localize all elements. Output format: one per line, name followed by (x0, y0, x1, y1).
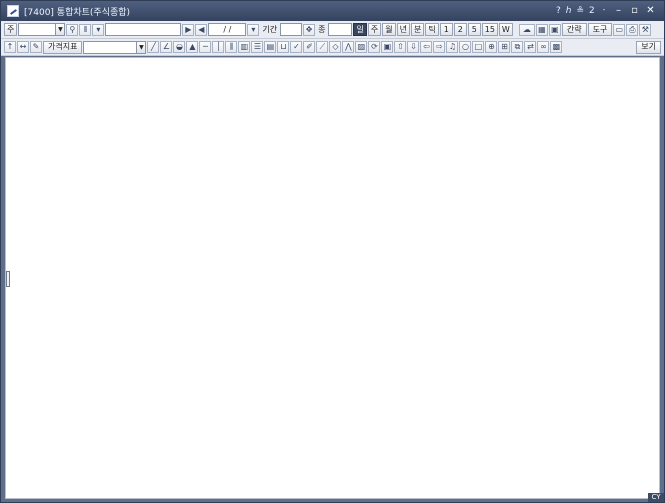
note-icon[interactable]: ✎ (30, 41, 42, 53)
menu-dot-icon[interactable]: ㆍ (600, 6, 608, 16)
vertical-line-icon[interactable]: │ (212, 41, 225, 53)
channel-icon[interactable]: ▤ (264, 41, 277, 53)
view-button[interactable]: 보기 (636, 40, 661, 54)
fan-icon[interactable]: ⋀ (342, 41, 355, 53)
chart-app-icon (7, 5, 19, 17)
window-title: [7400] 통합차트(주식종합) (24, 7, 131, 18)
maximize-button[interactable]: ▫ (629, 6, 640, 17)
cycle-icon[interactable]: ⟳ (368, 41, 381, 53)
circle-icon[interactable]: ○ (459, 41, 472, 53)
zoom-chart-icon[interactable]: ⊞ (498, 41, 511, 53)
period-label: 기간 (262, 25, 278, 34)
status-corner-badge: CY (648, 493, 664, 502)
panel-splitter-handle[interactable] (6, 271, 10, 287)
search-icon[interactable]: ⚲ (66, 23, 79, 36)
fill-icon[interactable]: ◒ (173, 41, 186, 53)
check-line-icon[interactable]: ✓ (290, 41, 303, 53)
stock-name-field (105, 23, 182, 36)
move-icon[interactable]: ✥ (303, 23, 316, 36)
interval-15-button[interactable]: 15 (481, 23, 498, 36)
eraser-icon[interactable]: ◇ (329, 41, 342, 53)
horizontal-lines-icon[interactable]: ☰ (251, 41, 264, 53)
link-chart-icon[interactable]: ∞ (537, 41, 550, 53)
unit-minute-button[interactable]: 분 (410, 23, 425, 36)
print-icon[interactable]: ⎙ (626, 23, 639, 36)
back-icon[interactable]: ◀ (195, 23, 208, 36)
price-indicator-button[interactable]: 가격지표 (43, 40, 83, 54)
market-type-button[interactable]: 주 (4, 23, 18, 36)
arrow-down-icon[interactable]: ⇩ (407, 41, 420, 53)
drawing-toolbar: ↑ ↔ ✎ 가격지표 ▼ ╱ ∠ ◒ ▲ ─ │ ⫼ ▥ ☰ ▤ ⊔ ✓ ✐ ⟋… (1, 39, 664, 56)
app-window: [7400] 통합차트(주식종합) ? ℎ ≗ 2 ㆍ – ▫ ✕ 주 ▼ ⚲ … (0, 0, 665, 503)
bracket-icon[interactable]: ⊔ (277, 41, 290, 53)
up-arrow-icon[interactable]: ↑ (4, 41, 16, 53)
interval-1-button[interactable]: 1 (439, 23, 453, 36)
horizontal-line-icon[interactable]: ─ (199, 41, 212, 53)
trend-line-icon[interactable]: ╱ (147, 41, 160, 53)
chart-type-icon[interactable]: ⫴ (79, 23, 92, 36)
main-toolbar: 주 ▼ ⚲ ⫴ ▾ ▶ ◀ / / ▾ 기간 ✥ 종 일 주 월 년 분 틱 1… (1, 21, 664, 39)
unit-day-button[interactable]: 일 (353, 23, 367, 36)
chart-box-icon[interactable]: ▣ (381, 41, 394, 53)
wrench-icon[interactable]: ⚒ (639, 23, 652, 36)
screen-number-icon[interactable]: 2 (589, 6, 595, 16)
horizontal-arrows-icon[interactable]: ↔ (17, 41, 29, 53)
music-note-icon[interactable]: ♫ (446, 41, 459, 53)
arrow-up-icon[interactable]: ⇧ (394, 41, 407, 53)
user-icon[interactable]: ≗ (576, 6, 584, 16)
minimize-button[interactable]: – (613, 6, 624, 17)
square-icon[interactable]: □ (472, 41, 485, 53)
tools-button[interactable]: 도구 (587, 23, 613, 36)
chevron-down-icon[interactable]: ▾ (92, 23, 105, 36)
layout-icon[interactable]: ▣ (548, 23, 561, 36)
period-input[interactable] (280, 23, 303, 36)
unit-year-button[interactable]: 년 (396, 23, 410, 36)
title-bar: [7400] 통합차트(주식종합) ? ℎ ≗ 2 ㆍ – ▫ ✕ (1, 1, 664, 21)
link-icon[interactable]: ℎ (566, 6, 572, 16)
calendar-dropdown-icon[interactable]: ▾ (247, 23, 260, 36)
close-button[interactable]: ✕ (645, 6, 656, 17)
brush-icon[interactable]: ⟋ (316, 41, 329, 53)
chart-canvas[interactable] (5, 57, 660, 499)
stock-code-input[interactable] (18, 23, 57, 36)
custom-interval-button[interactable]: W (498, 23, 513, 36)
play-icon[interactable]: ▶ (182, 23, 195, 36)
title-bar-tools: ? ℎ ≗ 2 ㆍ – ▫ ✕ (556, 6, 664, 17)
bars-icon[interactable]: ▥ (238, 41, 251, 53)
vertical-lines-icon[interactable]: ⫼ (225, 41, 238, 53)
help-icon[interactable]: ? (556, 6, 561, 16)
stock-code-combo[interactable]: ▼ (18, 23, 66, 36)
cloud-icon[interactable]: ☁ (518, 23, 535, 36)
indicator-combo[interactable]: ▼ (83, 40, 147, 54)
fund-label: 종 (318, 25, 326, 34)
date-input[interactable]: / / (208, 23, 247, 36)
window-icon[interactable]: ▭ (613, 23, 626, 36)
count-input[interactable] (328, 23, 353, 36)
zoom-icon[interactable]: ⊕ (485, 41, 498, 53)
interval-5-button[interactable]: 5 (467, 23, 481, 36)
chevron-down-icon[interactable]: ▼ (137, 40, 147, 54)
angle-line-icon[interactable]: ∠ (160, 41, 173, 53)
triangle-icon[interactable]: ▲ (186, 41, 199, 53)
image-icon[interactable]: ▩ (550, 41, 563, 53)
unit-tick-button[interactable]: 틱 (425, 23, 439, 36)
compare-icon[interactable]: ⇄ (524, 41, 537, 53)
pencil-icon[interactable]: ✐ (303, 41, 316, 53)
unit-week-button[interactable]: 주 (367, 23, 382, 36)
grid-icon[interactable]: ▦ (535, 23, 548, 36)
fibonacci-icon[interactable]: ▨ (355, 41, 368, 53)
interval-2-button[interactable]: 2 (453, 23, 467, 36)
chevron-down-icon[interactable]: ▼ (56, 23, 66, 36)
multi-chart-icon[interactable]: ⧉ (511, 41, 524, 53)
simple-button[interactable]: 간략 (561, 23, 587, 36)
arrow-right-icon[interactable]: ⇨ (433, 41, 446, 53)
indicator-select[interactable] (83, 40, 138, 54)
unit-month-button[interactable]: 월 (382, 23, 396, 36)
arrow-left-icon[interactable]: ⇦ (420, 41, 433, 53)
